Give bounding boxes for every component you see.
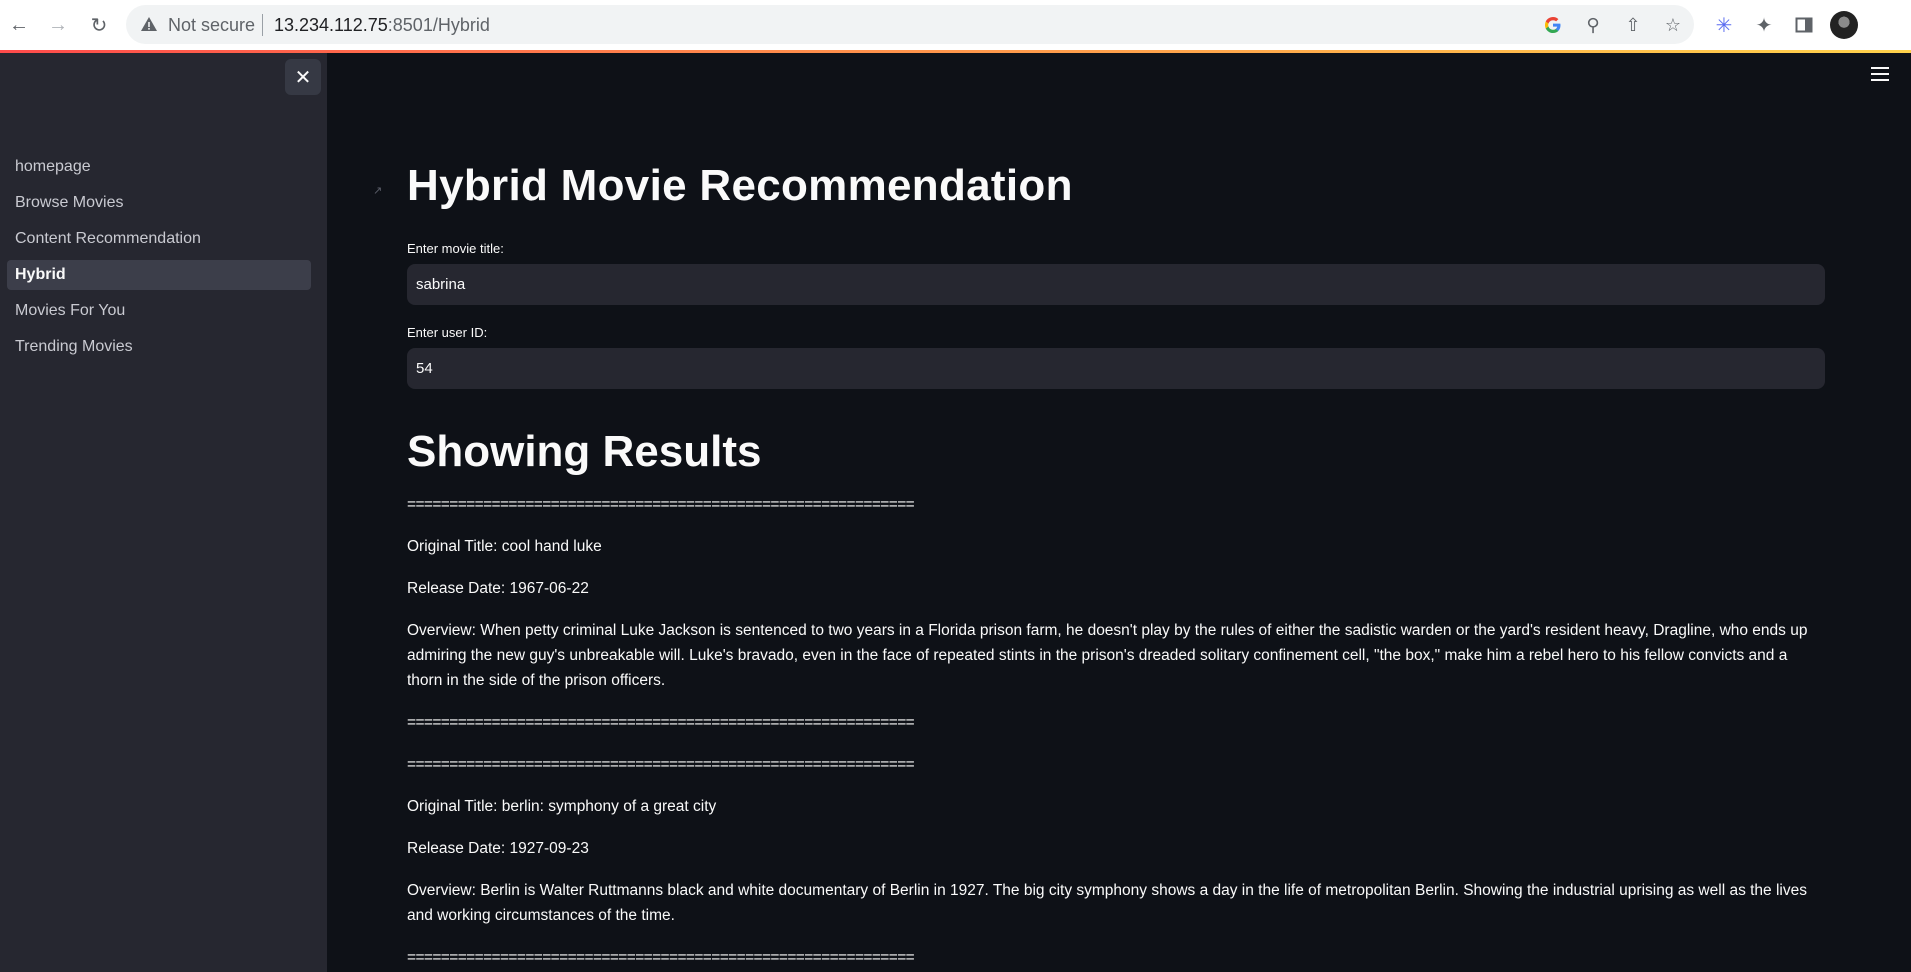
share-icon[interactable]: ⇧	[1620, 12, 1646, 38]
sidebar-item-homepage[interactable]: homepage	[7, 152, 311, 182]
sidebar-item-movies-for-you[interactable]: Movies For You	[7, 296, 311, 326]
results-list: ========================================…	[407, 492, 1825, 972]
sidebar: ✕ homepage Browse Movies Content Recomme…	[0, 53, 327, 972]
bookmark-star-icon[interactable]: ☆	[1660, 12, 1686, 38]
close-icon[interactable]: ✕	[285, 59, 321, 95]
user-id-label: Enter user ID:	[407, 325, 488, 340]
back-icon[interactable]: ←	[4, 10, 34, 40]
forward-icon[interactable]: →	[43, 10, 73, 40]
extension-sun-icon[interactable]: ✳	[1709, 10, 1739, 40]
warning-icon	[141, 17, 157, 31]
sidebar-item-content-recommendation[interactable]: Content Recommendation	[7, 224, 311, 254]
sidebar-item-trending-movies[interactable]: Trending Movies	[7, 332, 311, 362]
address-bar[interactable]: Not secure 13.234.112.75:8501/Hybrid ⚲ ⇧…	[126, 5, 1694, 44]
url-host: 13.234.112.75	[274, 15, 388, 35]
profile-avatar[interactable]	[1830, 11, 1858, 39]
side-panel-icon[interactable]	[1789, 10, 1819, 40]
result-1-title: Original Title: cool hand luke	[407, 538, 602, 555]
hamburger-menu-icon[interactable]	[1871, 67, 1889, 81]
main-panel: ↗ Hybrid Movie Recommendation Enter movi…	[327, 53, 1911, 972]
zoom-icon[interactable]: ⚲	[1580, 12, 1606, 38]
sidebar-nav: homepage Browse Movies Content Recommend…	[7, 152, 311, 368]
sidebar-item-hybrid[interactable]: Hybrid	[7, 260, 311, 290]
sidebar-item-browse-movies[interactable]: Browse Movies	[7, 188, 311, 218]
result-2-overview: Overview: Berlin is Walter Ruttmanns bla…	[407, 882, 1807, 924]
separator-line: ========================================…	[407, 949, 915, 966]
extensions-puzzle-icon[interactable]: ✦	[1749, 10, 1779, 40]
result-2-title: Original Title: berlin: symphony of a gr…	[407, 798, 717, 815]
user-id-input[interactable]	[407, 348, 1825, 389]
url-path: :8501/Hybrid	[387, 15, 490, 35]
page-title: Hybrid Movie Recommendation	[407, 161, 1073, 210]
result-1-overview: Overview: When petty criminal Luke Jacks…	[407, 622, 1808, 689]
result-2-release-date: Release Date: 1927-09-23	[407, 840, 589, 857]
security-label[interactable]: Not secure	[168, 15, 255, 36]
results-heading: Showing Results	[407, 427, 762, 476]
result-1-release-date: Release Date: 1967-06-22	[407, 580, 589, 597]
omnibox-divider	[262, 14, 263, 36]
reload-icon[interactable]: ↻	[84, 10, 114, 40]
movie-title-input[interactable]	[407, 264, 1825, 305]
separator-line: ========================================…	[407, 496, 915, 513]
movie-title-label: Enter movie title:	[407, 241, 504, 256]
browser-toolbar: ← → ↻ Not secure 13.234.112.75:8501/Hybr…	[0, 0, 1911, 50]
separator-line: ========================================…	[407, 756, 915, 773]
separator-line: ========================================…	[407, 714, 915, 731]
anchor-link-icon[interactable]: ↗	[373, 184, 382, 197]
url-text[interactable]: 13.234.112.75:8501/Hybrid	[274, 15, 490, 36]
google-icon[interactable]	[1540, 12, 1566, 38]
